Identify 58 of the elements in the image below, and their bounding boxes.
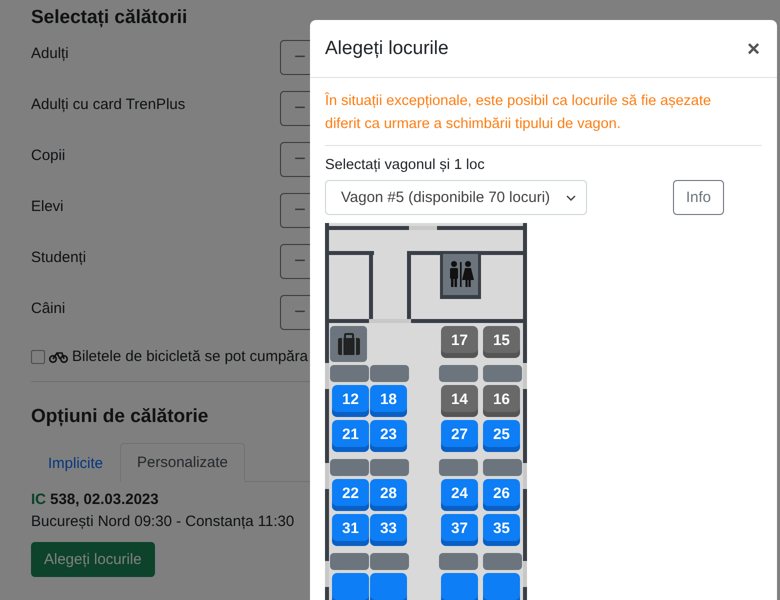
seat[interactable]: 28 (370, 479, 407, 511)
passenger-label: Studenți (31, 248, 86, 268)
seat[interactable]: 23 (370, 420, 407, 452)
warning-text: În situații excepționale, este posibil ca locurile să fie așezate diferit ca urmare a schimbării tipului de vagon. (325, 91, 712, 134)
passenger-label: Adulți cu card TrenPlus (31, 95, 186, 115)
toilet-icon (447, 260, 475, 288)
table-drawing (483, 459, 522, 476)
seat[interactable] (332, 573, 369, 600)
table-drawing (370, 459, 409, 476)
passenger-label: Copii (31, 146, 66, 166)
table-drawing (370, 365, 409, 382)
info-button[interactable]: Info (673, 180, 724, 215)
seat[interactable]: 33 (370, 514, 407, 546)
table-drawing (330, 459, 369, 476)
seat[interactable] (483, 573, 520, 600)
seat[interactable]: 24 (441, 479, 478, 511)
seat[interactable]: 37 (441, 514, 478, 546)
select-label: Selectați vagonul și 1 loc (325, 156, 486, 174)
seat[interactable]: 12 (332, 385, 369, 417)
seat[interactable]: 22 (332, 479, 369, 511)
dialog-title: Alegeți locurile (325, 38, 449, 60)
tab[interactable]: Personalizate (120, 443, 245, 482)
bicycle-icon (49, 351, 68, 363)
seat[interactable] (441, 573, 478, 600)
section-title: Selectați călătorii (31, 6, 188, 30)
seat[interactable]: 35 (483, 514, 520, 546)
seat[interactable]: 26 (483, 479, 520, 511)
bicycle-note: Biletele de bicicletă se pot cumpăra (72, 347, 308, 367)
seat: 17 (441, 326, 478, 358)
seat[interactable] (370, 573, 407, 600)
table-drawing (330, 365, 369, 382)
passenger-label: Adulți (31, 44, 69, 64)
luggage-icon (330, 326, 367, 362)
table-drawing (483, 553, 522, 570)
train-route: București Nord 09:30 - Constanța 11:30 (31, 512, 296, 532)
seat[interactable]: 18 (370, 385, 407, 417)
choose-seats-button[interactable]: Alegeți locurile (31, 542, 155, 577)
table-drawing (439, 553, 478, 570)
seat: 16 (483, 385, 520, 417)
seat: 14 (441, 385, 478, 417)
table-drawing (483, 365, 522, 382)
checkbox[interactable] (31, 350, 45, 364)
chevron-down-icon (566, 194, 576, 200)
close-button[interactable]: × (745, 36, 762, 62)
seat[interactable]: 25 (483, 420, 520, 452)
table-drawing (439, 365, 478, 382)
table-drawing (370, 553, 409, 570)
seat[interactable]: 27 (441, 420, 478, 452)
train-title: IC 538, 02.03.2023 (31, 490, 160, 510)
table-drawing (330, 553, 369, 570)
table-drawing (439, 459, 478, 476)
section-title: Opțiuni de călătorie (31, 405, 210, 429)
passenger-label: Elevi (31, 197, 64, 217)
passenger-label: Câini (31, 299, 66, 319)
seat: 15 (483, 326, 520, 358)
seat[interactable]: 31 (332, 514, 369, 546)
wagon-select[interactable]: Vagon #5 (disponibile 70 locuri) (325, 180, 587, 215)
seat[interactable]: 21 (332, 420, 369, 452)
